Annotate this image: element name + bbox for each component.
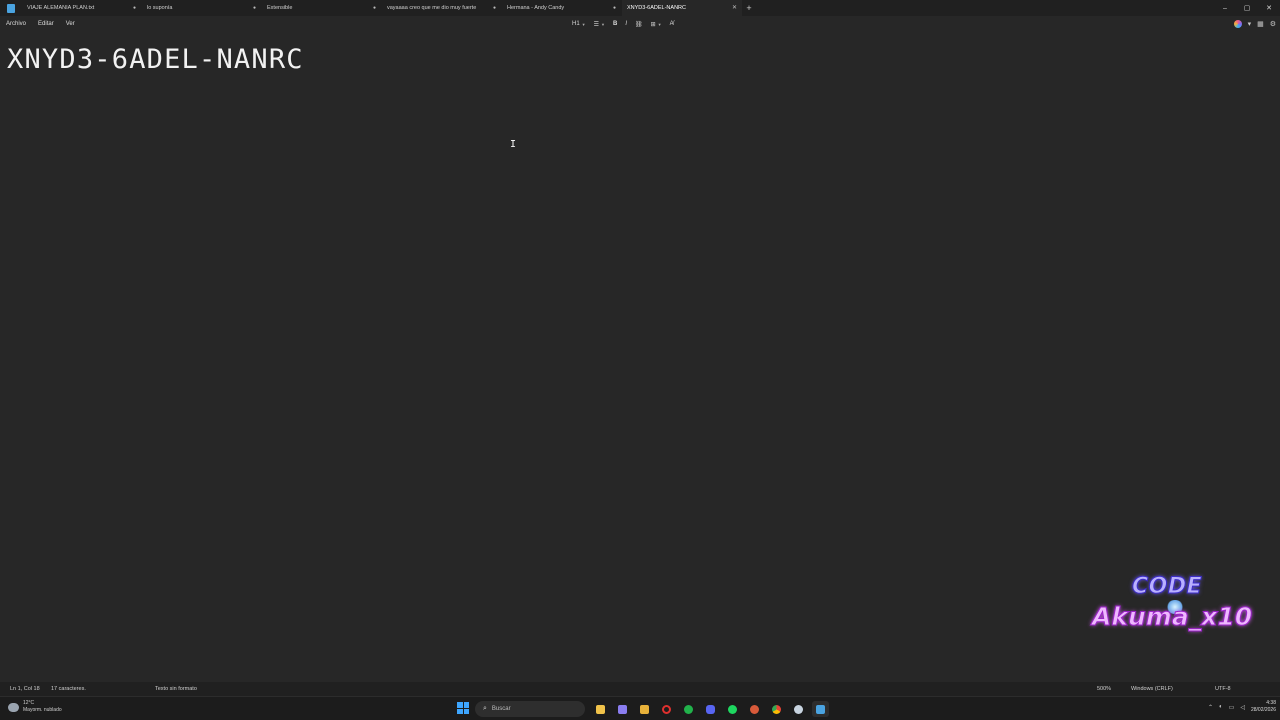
copilot-icon[interactable] — [1233, 20, 1242, 28]
chevron-down-icon: ▼ — [581, 21, 586, 27]
photos-icon[interactable] — [614, 701, 631, 717]
tab-label: XNYD3-6ADEL-NANRC — [627, 5, 686, 11]
tab-extensible[interactable]: Extensible ● — [262, 0, 382, 16]
unsaved-dot-icon[interactable]: ● — [133, 5, 136, 11]
taskbar: 12°C Mayorm. nublado ⌕ Buscar ⌃ ◐ ▭ ◁ 4:… — [0, 696, 1280, 720]
tab-label: Hermana - Andy Candy — [507, 5, 565, 11]
unsaved-dot-icon[interactable]: ● — [373, 5, 376, 11]
logo-line-2: Akuma_x10 — [1091, 602, 1253, 632]
tab-label: vayaaaa creo que me dio muy fuerte — [387, 5, 477, 11]
format-mode[interactable]: Texto sin formato — [155, 686, 197, 692]
volume-icon[interactable]: ◁ — [1240, 704, 1245, 711]
bold-button[interactable]: B — [609, 16, 621, 32]
line-endings[interactable]: Windows (CRLF) — [1131, 686, 1173, 692]
list-icon: ☰ — [593, 21, 600, 28]
tab-active-document[interactable]: XNYD3-6ADEL-NANRC ✕ — [622, 0, 742, 16]
weather-description: Mayorm. nublado — [23, 707, 62, 713]
steam-icon[interactable] — [790, 701, 807, 717]
tab-label: VIAJE ALEMANIA PLAN.txt — [27, 5, 95, 11]
list-dropdown[interactable]: ☰ ▼ — [590, 16, 609, 32]
network-icon[interactable]: ◐ — [1219, 704, 1223, 710]
cloud-icon — [8, 702, 19, 712]
unsaved-dot-icon[interactable]: ● — [493, 5, 496, 11]
tab-label: Extensible — [267, 5, 293, 11]
monitor-icon[interactable]: ▭ — [1229, 704, 1235, 711]
logo-line-1: CODE — [1131, 574, 1203, 600]
minimize-button[interactable]: – — [1214, 0, 1236, 16]
tab-viaje-alemania[interactable]: VIAJE ALEMANIA PLAN.txt ● — [22, 0, 142, 16]
heading-dropdown[interactable]: H1 ▼ — [568, 16, 590, 32]
notepad-icon[interactable] — [812, 701, 829, 717]
file-explorer-icon[interactable] — [592, 701, 609, 717]
system-tray: ⌃ ◐ ▭ ◁ 4:38 28/02/2026 — [1208, 700, 1276, 714]
italic-button[interactable]: I — [621, 16, 631, 32]
heading-label: H1 — [572, 21, 580, 27]
tab-list: VIAJE ALEMANIA PLAN.txt ● lo suponía ● E… — [22, 0, 742, 16]
menu-archivo[interactable]: Archivo — [0, 21, 32, 27]
chevron-down-icon: ▼ — [601, 21, 605, 27]
window-controls: – ▢ ✕ — [1214, 0, 1280, 16]
chevron-down-icon: ▼ — [657, 21, 662, 27]
taskbar-apps — [592, 701, 829, 717]
text-editor[interactable]: XNYD3-6ADEL-NANRC I — [0, 32, 1280, 682]
spotify-icon[interactable] — [724, 701, 741, 717]
maximize-button[interactable]: ▢ — [1236, 0, 1258, 16]
search-placeholder: Buscar — [491, 706, 511, 712]
close-window-button[interactable]: ✕ — [1258, 0, 1280, 16]
search-icon: ⌕ — [483, 705, 487, 712]
format-toolbar: H1 ▼ ☰ ▼ B I ⛓ ⊞ ▼ A̸ — [568, 16, 678, 32]
weather-widget[interactable]: 12°C Mayorm. nublado — [8, 700, 62, 714]
start-button[interactable] — [457, 702, 469, 714]
encoding[interactable]: UTF-8 — [1215, 686, 1231, 692]
weather-text: 12°C Mayorm. nublado — [23, 700, 62, 714]
files-icon[interactable] — [636, 701, 653, 717]
tab-lo-suponia[interactable]: lo suponía ● — [142, 0, 262, 16]
zoom-level[interactable]: 500% — [1097, 686, 1111, 692]
status-bar: Ln 1, Col 18 17 caracteres. Texto sin fo… — [0, 682, 1280, 696]
table-icon: ⊞ — [650, 21, 656, 28]
character-count: 17 caracteres. — [51, 686, 86, 692]
notepad-app-icon — [0, 0, 22, 16]
tab-vayaaaa[interactable]: vayaaaa creo que me dio muy fuerte ● — [382, 0, 502, 16]
link-button[interactable]: ⛓ — [631, 16, 647, 32]
discord-icon[interactable] — [702, 701, 719, 717]
date: 28/02/2026 — [1250, 707, 1276, 713]
davinci-icon[interactable] — [746, 701, 763, 717]
unsaved-dot-icon[interactable]: ● — [253, 5, 256, 11]
taskbar-search[interactable]: ⌕ Buscar — [475, 701, 585, 717]
right-toolbar: ▾ ▦ ⚙ — [1233, 16, 1276, 32]
notepad-window: VIAJE ALEMANIA PLAN.txt ● lo suponía ● E… — [0, 0, 1280, 720]
tab-bar: VIAJE ALEMANIA PLAN.txt ● lo suponía ● E… — [0, 0, 1280, 16]
tab-label: lo suponía — [147, 5, 173, 11]
tab-hermana[interactable]: Hermana - Andy Candy ● — [502, 0, 622, 16]
settings-gear-icon[interactable]: ⚙ — [1270, 20, 1276, 28]
watermark-logo: CODE Akuma_x10 — [1090, 574, 1265, 640]
close-tab-icon[interactable]: ✕ — [732, 4, 737, 11]
cursor-position: Ln 1, Col 18 — [10, 686, 40, 692]
weather-temperature: 12°C — [23, 700, 35, 706]
xbox-icon[interactable] — [680, 701, 697, 717]
chevron-up-icon[interactable]: ⌃ — [1208, 704, 1213, 711]
time: 4:38 — [1266, 700, 1276, 706]
text-cursor-icon: I — [510, 139, 517, 150]
new-tab-button[interactable]: + — [742, 0, 756, 16]
document-heading[interactable]: XNYD3-6ADEL-NANRC — [7, 44, 304, 75]
menu-ver[interactable]: Ver — [60, 21, 81, 27]
account-icon[interactable]: ▦ — [1257, 20, 1264, 28]
clock[interactable]: 4:38 28/02/2026 — [1251, 700, 1276, 714]
table-dropdown[interactable]: ⊞ ▼ — [647, 16, 666, 32]
chevron-down-icon[interactable]: ▾ — [1248, 20, 1252, 28]
chrome-icon[interactable] — [768, 701, 785, 717]
opera-icon[interactable] — [658, 701, 675, 717]
menu-editar[interactable]: Editar — [32, 21, 60, 27]
clear-formatting-button[interactable]: A̸ — [666, 16, 678, 32]
unsaved-dot-icon[interactable]: ● — [613, 5, 616, 11]
